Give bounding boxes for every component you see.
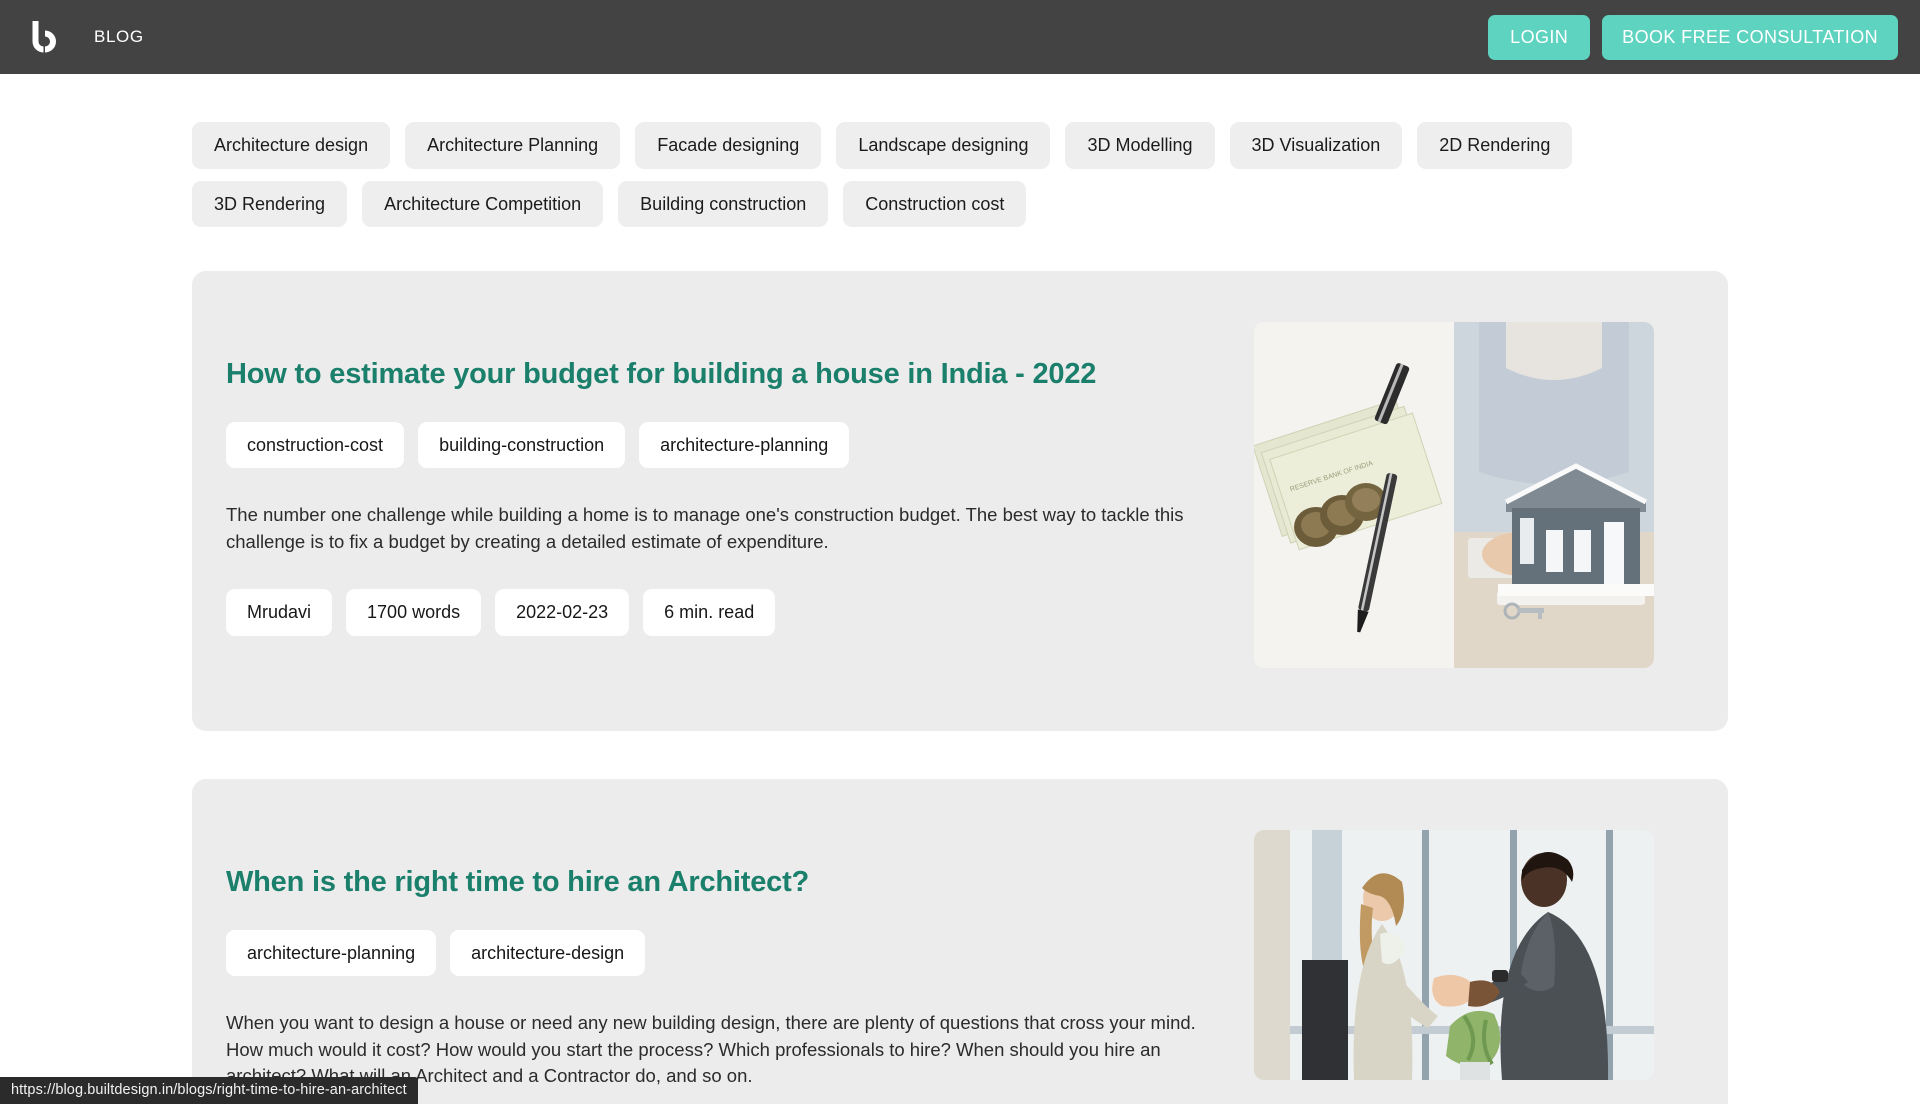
article-meta-word-count: 1700 words (346, 589, 481, 636)
article-tag-chip[interactable]: architecture-planning (639, 422, 849, 469)
article-image-handshake (1254, 830, 1654, 1080)
article-thumbnail[interactable] (1254, 830, 1654, 1080)
category-chip[interactable]: Landscape designing (836, 122, 1050, 169)
nav-link-blog[interactable]: BLOG (94, 27, 144, 47)
article-description: The number one challenge while building … (226, 502, 1216, 555)
article-list: How to estimate your budget for building… (192, 271, 1728, 1104)
article-meta-date: 2022-02-23 (495, 589, 629, 636)
login-button[interactable]: LOGIN (1488, 15, 1590, 60)
article-meta-author: Mrudavi (226, 589, 332, 636)
book-free-consultation-button[interactable]: BOOK FREE CONSULTATION (1602, 15, 1898, 60)
article-tag-list: architecture-planning architecture-design (226, 930, 1226, 977)
article-card-body: When is the right time to hire an Archit… (226, 823, 1226, 1104)
page-scroll-area: Architecture design Architecture Planning… (0, 74, 1920, 1104)
article-tag-chip[interactable]: construction-cost (226, 422, 404, 469)
article-tag-chip[interactable]: building-construction (418, 422, 625, 469)
category-chip[interactable]: 3D Rendering (192, 181, 347, 228)
nav-right-group: LOGIN BOOK FREE CONSULTATION (1488, 15, 1898, 60)
link-preview-status-bar: https://blog.builtdesign.in/blogs/right-… (0, 1077, 418, 1104)
article-tag-list: construction-cost building-construction ar… (226, 422, 1226, 469)
builtdesign-b-logo-icon[interactable] (26, 17, 66, 57)
category-chip[interactable]: Construction cost (843, 181, 1026, 228)
category-chip[interactable]: Architecture Competition (362, 181, 603, 228)
nav-left-group: BLOG (26, 17, 144, 57)
article-card: When is the right time to hire an Archit… (192, 779, 1728, 1104)
category-filter-list: Architecture design Architecture Planning… (192, 122, 1682, 227)
article-tag-chip[interactable]: architecture-design (450, 930, 645, 977)
category-chip[interactable]: Architecture Planning (405, 122, 620, 169)
category-chip[interactable]: Building construction (618, 181, 828, 228)
article-meta-read-time: 6 min. read (643, 589, 775, 636)
category-chip[interactable]: Architecture design (192, 122, 390, 169)
article-card: How to estimate your budget for building… (192, 271, 1728, 731)
article-card-body: How to estimate your budget for building… (226, 315, 1226, 636)
article-tag-chip[interactable]: architecture-planning (226, 930, 436, 977)
top-navigation-bar: BLOG LOGIN BOOK FREE CONSULTATION (0, 0, 1920, 74)
category-chip[interactable]: 2D Rendering (1417, 122, 1572, 169)
article-title-link[interactable]: How to estimate your budget for building… (226, 357, 1226, 392)
category-chip[interactable]: 3D Visualization (1230, 122, 1403, 169)
article-title-link[interactable]: When is the right time to hire an Archit… (226, 865, 1226, 900)
article-meta-list: Mrudavi 1700 words 2022-02-23 6 min. read (226, 589, 1226, 636)
article-image-money-house: RESERVE BANK OF INDIA (1254, 322, 1654, 668)
category-chip[interactable]: 3D Modelling (1065, 122, 1214, 169)
article-thumbnail[interactable]: RESERVE BANK OF INDIA (1254, 322, 1654, 668)
category-chip[interactable]: Facade designing (635, 122, 821, 169)
content-container: Architecture design Architecture Planning… (192, 74, 1728, 1104)
